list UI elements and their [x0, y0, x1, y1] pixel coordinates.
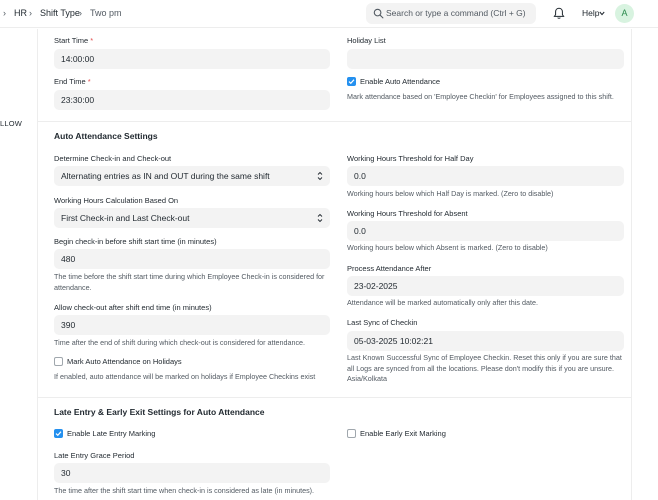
holidays-description: If enabled, auto attendance will be mark… — [54, 372, 316, 381]
search-placeholder: Search or type a command (Ctrl + G) — [386, 8, 526, 18]
determine-checkin-value: Alternating entries as IN and OUT during… — [61, 171, 270, 181]
grace-period-input[interactable]: 30 — [54, 463, 330, 483]
select-arrows-icon — [317, 171, 323, 181]
allow-checkout-label: Allow check-out after shift end time (in… — [54, 303, 212, 312]
process-attendance-label: Process Attendance After — [347, 264, 432, 273]
half-day-threshold-label: Working Hours Threshold for Half Day — [347, 154, 474, 163]
half-day-threshold-input[interactable]: 0.0 — [347, 166, 624, 186]
last-sync-label: Last Sync of Checkin — [347, 318, 418, 327]
holiday-list-input[interactable] — [347, 49, 624, 69]
process-attendance-description: Attendance will be marked automatically … — [347, 298, 538, 307]
end-time-label: End Time * — [54, 77, 91, 86]
working-hours-calc-value: First Check-in and Last Check-out — [61, 213, 190, 223]
absent-threshold-input[interactable]: 0.0 — [347, 221, 624, 241]
allow-checkout-description: Time after the end of shift during which… — [54, 338, 306, 347]
begin-checkin-description: The time before the shift start time dur… — [54, 272, 325, 292]
section-divider — [38, 121, 632, 122]
select-arrows-icon — [317, 213, 323, 223]
section-divider — [38, 397, 632, 398]
sidebar-follow-label[interactable]: LLOW — [0, 119, 22, 129]
late-entry-checkbox[interactable] — [54, 429, 63, 438]
process-attendance-input[interactable]: 23-02-2025 — [347, 276, 624, 296]
late-entry-section-title: Late Entry & Early Exit Settings for Aut… — [54, 407, 265, 417]
absent-threshold-label: Working Hours Threshold for Absent — [347, 209, 468, 218]
holidays-checkbox[interactable] — [54, 357, 63, 366]
late-entry-label: Enable Late Entry Marking — [67, 429, 156, 438]
breadcrumb-chevron-icon: › — [3, 8, 6, 18]
auto-attendance-section-title: Auto Attendance Settings — [54, 131, 158, 141]
start-time-label: Start Time * — [54, 36, 94, 45]
working-hours-calc-label: Working Hours Calculation Based On — [54, 196, 179, 205]
breadcrumb-current: Two pm — [90, 8, 122, 18]
grace-period-description: The time after the shift start time when… — [54, 486, 315, 495]
working-hours-calc-select[interactable]: First Check-in and Last Check-out — [54, 208, 330, 228]
determine-checkin-label: Determine Check-in and Check-out — [54, 154, 172, 163]
enable-auto-attendance-checkbox[interactable] — [347, 77, 356, 86]
check-icon — [348, 79, 355, 85]
enable-auto-attendance-description: Mark attendance based on 'Employee Check… — [347, 92, 614, 101]
search-icon — [373, 8, 384, 19]
half-day-threshold-description: Working hours below which Half Day is ma… — [347, 189, 554, 198]
search-input[interactable]: Search or type a command (Ctrl + G) — [366, 3, 536, 24]
begin-checkin-label: Begin check-in before shift start time (… — [54, 237, 217, 246]
check-icon — [55, 431, 62, 437]
bell-icon[interactable] — [553, 7, 565, 20]
enable-auto-attendance-label: Enable Auto Attendance — [360, 77, 441, 86]
end-time-input[interactable]: 23:30:00 — [54, 90, 330, 110]
early-exit-label: Enable Early Exit Marking — [360, 429, 446, 438]
early-exit-checkbox[interactable] — [347, 429, 356, 438]
help-menu-button[interactable]: Help — [582, 8, 599, 19]
left-sidebar: LLOW — [0, 29, 38, 500]
start-time-input[interactable]: 14:00:00 — [54, 49, 330, 69]
last-sync-input[interactable]: 05-03-2025 10:02:21 — [347, 331, 624, 351]
user-avatar[interactable]: A — [615, 4, 634, 23]
holidays-label: Mark Auto Attendance on Holidays — [67, 357, 182, 366]
holiday-list-label: Holiday List — [347, 36, 386, 45]
allow-checkout-input[interactable]: 390 — [54, 315, 330, 335]
last-sync-description: Last Known Successful Sync of Employee C… — [347, 353, 622, 383]
begin-checkin-input[interactable]: 480 — [54, 249, 330, 269]
breadcrumb-chevron-icon: › — [29, 8, 32, 18]
determine-checkin-select[interactable]: Alternating entries as IN and OUT during… — [54, 166, 330, 186]
breadcrumb-hr[interactable]: HR — [14, 7, 27, 19]
top-navbar: › HR › Shift Type › Two pm Search or typ… — [0, 0, 658, 28]
absent-threshold-description: Working hours below which Absent is mark… — [347, 243, 548, 252]
grace-period-label: Late Entry Grace Period — [54, 451, 135, 460]
breadcrumb-shift-type[interactable]: Shift Type — [40, 7, 80, 19]
chevron-down-icon — [599, 11, 605, 16]
breadcrumb-chevron-icon: › — [79, 8, 82, 18]
